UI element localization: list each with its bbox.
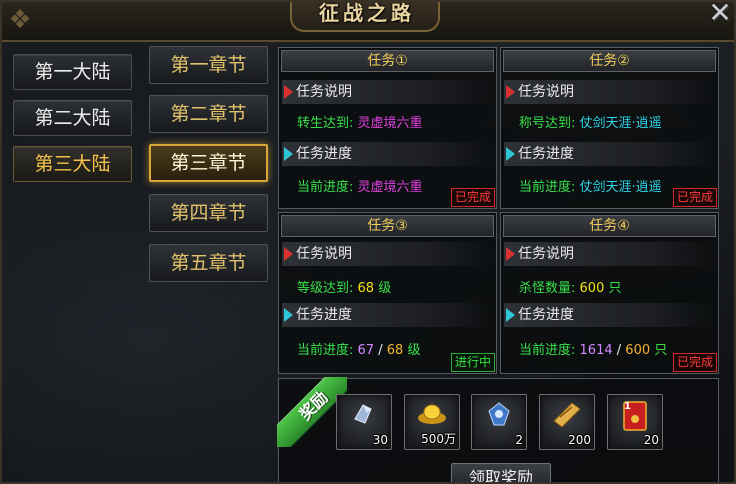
section-label: 任务进度 <box>518 146 574 162</box>
status-badge: 已完成 <box>672 188 717 207</box>
chapter-button-4[interactable]: 第四章节 <box>149 194 268 232</box>
chapter-button-5[interactable]: 第五章节 <box>149 244 268 282</box>
reward-count: 30 <box>372 433 388 447</box>
task-progress-header: 任务进度 <box>504 142 715 166</box>
progress-label: 当前进度: <box>519 180 576 195</box>
section-label: 任务说明 <box>296 84 352 100</box>
reward-count: 200 <box>568 433 591 447</box>
claim-rewards-button[interactable]: 领取奖励 <box>451 463 551 482</box>
red-arrow-icon <box>284 85 293 99</box>
game-window: ❖ 征战之路 ✕ 第一大陆 第二大陆 第三大陆 第一章节 第二章节 第三章节 第… <box>0 0 736 484</box>
title-plate: 征战之路 <box>290 1 440 32</box>
task-description-header: 任务说明 <box>282 242 493 266</box>
status-badge: 已完成 <box>672 353 717 372</box>
continent-button-1[interactable]: 第一大陆 <box>13 54 132 90</box>
progress-separator: / <box>616 343 622 358</box>
reward-item-1[interactable]: 30 <box>336 394 392 450</box>
task-progress-header: 任务进度 <box>282 142 493 166</box>
section-label: 任务进度 <box>296 146 352 162</box>
window-title: 征战之路 <box>319 1 415 25</box>
task-progress: 当前进度: 灵虚境六重 <box>297 176 423 195</box>
task-requirement: 等级达到: 68 级 <box>297 277 391 296</box>
progress-unit: 级 <box>407 343 421 358</box>
task-panel-3: 任务③ 任务说明 等级达到: 68 级 任务进度 当前进度: 67 / 68 级… <box>278 212 497 374</box>
chapter-button-2[interactable]: 第二章节 <box>149 95 268 133</box>
cyan-arrow-icon <box>506 147 515 161</box>
requirement-label: 等级达到: <box>297 281 354 296</box>
progress-value: 仗剑天涯·逍遥 <box>579 180 662 195</box>
red-arrow-icon <box>506 85 515 99</box>
reward-count: 500万 <box>421 432 456 446</box>
requirement-value: 灵虚境六重 <box>357 116 423 131</box>
cyan-arrow-icon <box>284 147 293 161</box>
task-title: 任务③ <box>281 215 494 237</box>
task-panel-2: 任务② 任务说明 称号达到: 仗剑天涯·逍遥 任务进度 当前进度: 仗剑天涯·逍… <box>500 47 719 209</box>
progress-label: 当前进度: <box>297 343 354 358</box>
red-arrow-icon <box>284 247 293 261</box>
task-progress: 当前进度: 67 / 68 级 <box>297 339 420 358</box>
reward-item-4[interactable]: 200 <box>539 394 595 450</box>
title-bar: ❖ 征战之路 ✕ <box>2 1 734 42</box>
task-progress-header: 任务进度 <box>504 303 715 327</box>
section-label: 任务进度 <box>518 307 574 323</box>
requirement-value: 600 <box>579 281 605 296</box>
continent-button-3[interactable]: 第三大陆 <box>13 146 132 182</box>
cyan-arrow-icon <box>284 308 293 322</box>
section-label: 任务进度 <box>296 307 352 323</box>
progress-separator: / <box>378 343 383 358</box>
task-title: 任务① <box>281 50 494 72</box>
chapter-button-3[interactable]: 第三章节 <box>149 144 268 182</box>
progress-value: 灵虚境六重 <box>357 180 423 195</box>
progress-unit: 只 <box>654 343 668 358</box>
continent-button-2[interactable]: 第二大陆 <box>13 100 132 136</box>
reward-item-5[interactable]: 1 20 <box>607 394 663 450</box>
task-progress-header: 任务进度 <box>282 303 493 327</box>
status-badge: 进行中 <box>450 353 495 372</box>
corner-ornament-icon: ❖ <box>8 5 32 35</box>
reward-badge: 1 <box>624 401 631 412</box>
task-description-header: 任务说明 <box>282 80 493 104</box>
rewards-panel: 奖励 30 500万 2 200 1 20 领取奖励 <box>277 377 719 482</box>
requirement-value: 仗剑天涯·逍遥 <box>579 116 662 131</box>
progress-current: 1614 <box>579 343 613 358</box>
chapter-button-1[interactable]: 第一章节 <box>149 46 268 84</box>
status-badge: 已完成 <box>450 188 495 207</box>
task-requirement: 杀怪数量: 600 只 <box>519 277 622 296</box>
reward-item-3[interactable]: 2 <box>471 394 527 450</box>
progress-label: 当前进度: <box>519 343 576 358</box>
task-requirement: 转生达到: 灵虚境六重 <box>297 112 423 131</box>
blue-gem-icon <box>472 399 526 437</box>
task-title: 任务② <box>503 50 716 72</box>
task-description-header: 任务说明 <box>504 80 715 104</box>
task-requirement: 称号达到: 仗剑天涯·逍遥 <box>519 112 662 131</box>
task-panel-4: 任务④ 任务说明 杀怪数量: 600 只 任务进度 当前进度: 1614 / 6… <box>500 212 719 374</box>
close-button[interactable]: ✕ <box>702 2 734 28</box>
section-label: 任务说明 <box>296 246 352 262</box>
task-description-header: 任务说明 <box>504 242 715 266</box>
task-title: 任务④ <box>503 215 716 237</box>
scroll-ticket-icon <box>540 399 594 437</box>
crystal-shard-icon <box>337 399 391 437</box>
requirement-unit: 只 <box>608 281 622 296</box>
task-panel-1: 任务① 任务说明 转生达到: 灵虚境六重 任务进度 当前进度: 灵虚境六重 已完… <box>278 47 497 209</box>
progress-label: 当前进度: <box>297 180 354 195</box>
progress-target: 600 <box>625 343 651 358</box>
reward-count: 20 <box>643 433 659 447</box>
requirement-label: 杀怪数量: <box>519 281 576 296</box>
requirement-value: 68 <box>357 281 375 296</box>
reward-item-2[interactable]: 500万 <box>404 394 460 450</box>
red-arrow-icon <box>506 247 515 261</box>
requirement-unit: 级 <box>378 281 392 296</box>
progress-target: 68 <box>386 343 404 358</box>
requirement-label: 转生达到: <box>297 116 354 131</box>
reward-count: 2 <box>515 433 523 447</box>
progress-current: 67 <box>357 343 375 358</box>
task-progress: 当前进度: 仗剑天涯·逍遥 <box>519 176 662 195</box>
cyan-arrow-icon <box>506 308 515 322</box>
section-label: 任务说明 <box>518 246 574 262</box>
task-progress: 当前进度: 1614 / 600 只 <box>519 339 667 358</box>
section-label: 任务说明 <box>518 84 574 100</box>
requirement-label: 称号达到: <box>519 116 576 131</box>
